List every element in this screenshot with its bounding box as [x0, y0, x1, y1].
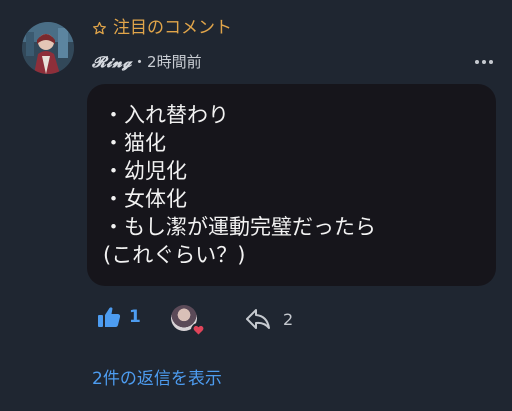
- share-button[interactable]: 2: [245, 308, 293, 330]
- author-name[interactable]: 𝓡𝓲𝓷𝓰: [92, 51, 132, 73]
- comment-line: (これぐらい？): [103, 243, 246, 267]
- comment-line: ・女体化: [103, 187, 187, 211]
- featured-comment-header: 注目のコメント: [92, 16, 232, 40]
- more-dot: [489, 60, 493, 64]
- comment-actions: 1 2: [0, 300, 512, 340]
- author-avatar-image: [22, 22, 74, 74]
- comment-card: 注目のコメント 𝓡𝓲𝓷𝓰 ・2時間前 ・入れ替わり ・猫化 ・幼児化 ・女体化 …: [0, 0, 512, 411]
- more-dot: [475, 60, 479, 64]
- like-count: 1: [129, 307, 141, 327]
- comment-line: ・幼児化: [103, 159, 187, 183]
- comment-line: ・もし潔が運動完璧だったら: [103, 215, 376, 239]
- featured-label: 注目のコメント: [113, 18, 232, 38]
- comment-time: ・2時間前: [132, 53, 202, 71]
- comment-line: ・猫化: [103, 131, 166, 155]
- share-count: 2: [283, 309, 294, 329]
- thumbs-up-icon: [98, 307, 121, 327]
- comment-line: ・入れ替わり: [103, 103, 229, 127]
- more-options-button[interactable]: [472, 54, 496, 70]
- share-arrow-icon: [246, 309, 270, 329]
- reactor-avatar[interactable]: [171, 305, 205, 337]
- more-dot: [482, 60, 486, 64]
- like-button[interactable]: 1: [97, 306, 141, 328]
- heart-badge: [191, 323, 205, 337]
- author-avatar[interactable]: [22, 22, 74, 74]
- comment-bubble: ・入れ替わり ・猫化 ・幼児化 ・女体化 ・もし潔が運動完璧だったら (これぐら…: [87, 84, 496, 286]
- heart-icon: [193, 325, 203, 335]
- view-replies-link[interactable]: 2件の返信を表示: [92, 367, 222, 391]
- comment-meta: 𝓡𝓲𝓷𝓰 ・2時間前: [92, 51, 202, 73]
- star-outline-icon: [93, 21, 106, 34]
